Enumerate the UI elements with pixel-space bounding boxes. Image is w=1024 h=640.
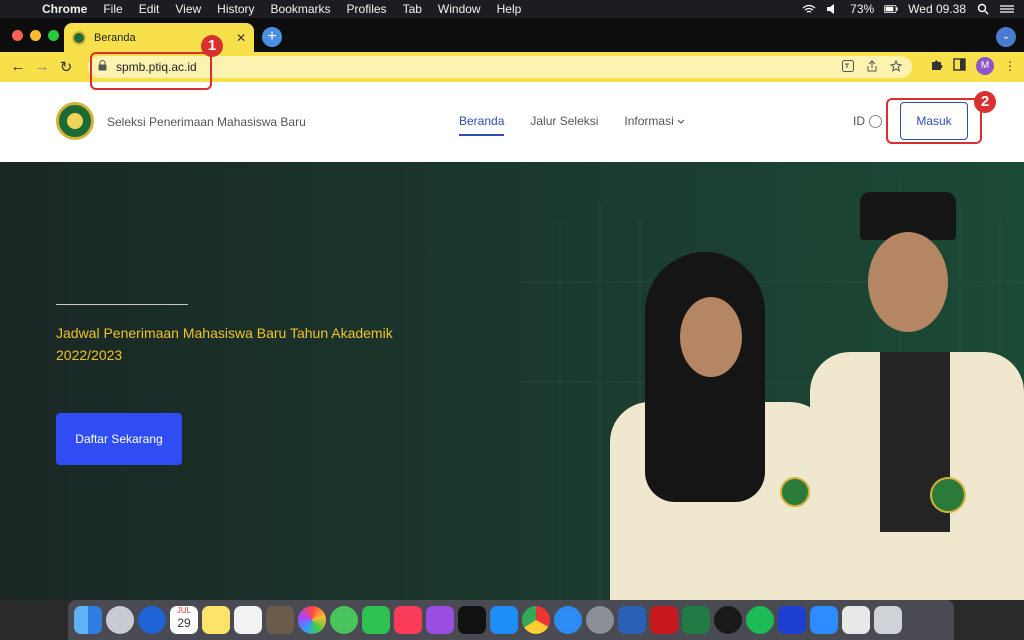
control-center-icon[interactable] xyxy=(1000,4,1014,14)
back-button[interactable]: ← xyxy=(6,58,30,76)
calendar-month: JUL xyxy=(176,606,192,615)
new-tab-button[interactable]: + xyxy=(262,27,282,47)
wifi-icon[interactable] xyxy=(802,4,816,14)
menu-window[interactable]: Window xyxy=(430,0,489,18)
nav-beranda[interactable]: Beranda xyxy=(459,114,505,136)
window-controls xyxy=(12,30,59,41)
menu-file[interactable]: File xyxy=(95,0,130,18)
facetime-icon[interactable] xyxy=(362,606,390,634)
language-code: ID xyxy=(853,114,865,128)
volume-icon[interactable] xyxy=(826,4,840,14)
daftar-sekarang-button[interactable]: Daftar Sekarang xyxy=(56,413,182,465)
tab-title: Beranda xyxy=(94,31,136,44)
hero-banner: Jadwal Penerimaan Mahasiswa Baru Tahun A… xyxy=(0,162,1024,600)
trash-icon[interactable] xyxy=(874,606,902,634)
close-window-button[interactable] xyxy=(12,30,23,41)
macos-dock: JUL 29 xyxy=(68,600,954,640)
globe-icon xyxy=(869,114,882,128)
zoom-icon[interactable] xyxy=(810,606,838,634)
acrobat-icon[interactable] xyxy=(650,606,678,634)
forward-button[interactable]: → xyxy=(30,58,54,76)
messages-icon[interactable] xyxy=(330,606,358,634)
main-nav: Beranda Jalur Seleksi Informasi xyxy=(459,114,685,136)
calendar-day: 29 xyxy=(177,616,191,630)
launchpad-icon[interactable] xyxy=(106,606,134,634)
zoom-window-button[interactable] xyxy=(48,30,59,41)
menu-kebab-icon[interactable]: ⋮ xyxy=(1004,59,1016,73)
hero-divider xyxy=(56,304,188,305)
sidebar-icon[interactable] xyxy=(953,58,966,74)
share-icon[interactable] xyxy=(866,59,878,75)
ptiq-logo[interactable] xyxy=(56,102,94,140)
star-icon[interactable] xyxy=(889,59,903,75)
reminders-icon[interactable] xyxy=(234,606,262,634)
tab-beranda[interactable]: Beranda ✕ xyxy=(64,23,254,52)
tab-strip: Beranda ✕ + ⌄ xyxy=(0,18,1024,52)
annotation-badge-2: 2 xyxy=(974,91,996,113)
stickies-icon[interactable] xyxy=(266,606,294,634)
annotation-box-2 xyxy=(886,98,982,144)
menu-profiles[interactable]: Profiles xyxy=(339,0,395,18)
minimize-window-button[interactable] xyxy=(30,30,41,41)
battery-icon[interactable] xyxy=(884,4,898,14)
app-blue-icon[interactable] xyxy=(778,606,806,634)
menu-view[interactable]: View xyxy=(167,0,209,18)
macos-menubar: Chrome File Edit View History Bookmarks … xyxy=(0,0,1024,18)
student-photo-male xyxy=(810,192,1024,600)
app-store-icon[interactable] xyxy=(490,606,518,634)
nav-informasi-label: Informasi xyxy=(624,114,674,128)
calendar-icon[interactable]: JUL 29 xyxy=(170,606,198,634)
system-preferences-icon[interactable] xyxy=(586,606,614,634)
battery-percent[interactable]: 73% xyxy=(850,2,874,16)
navigation-buttons: ← → ↻ xyxy=(6,58,78,76)
status-area: 73% Wed 09.38 xyxy=(802,2,1024,16)
menu-tab[interactable]: Tab xyxy=(395,0,430,18)
nav-jalur-seleksi[interactable]: Jalur Seleksi xyxy=(530,114,598,128)
extensions-area: M ⋮ xyxy=(930,57,1016,75)
annotation-box-1 xyxy=(90,52,212,90)
menu-app-name[interactable]: Chrome xyxy=(38,0,95,18)
finder-icon[interactable] xyxy=(74,606,102,634)
music-icon[interactable] xyxy=(394,606,422,634)
app-menu: Chrome File Edit View History Bookmarks … xyxy=(38,0,529,18)
hero-heading: Jadwal Penerimaan Mahasiswa Baru Tahun A… xyxy=(56,325,393,363)
menu-history[interactable]: History xyxy=(209,0,262,18)
chevron-down-icon xyxy=(677,114,685,128)
safari-icon[interactable] xyxy=(554,606,582,634)
annotation-badge-1: 1 xyxy=(201,35,223,57)
excel-icon[interactable] xyxy=(682,606,710,634)
spotify-icon[interactable] xyxy=(746,606,774,634)
clock[interactable]: Wed 09.38 xyxy=(908,2,966,16)
preview-icon[interactable] xyxy=(842,606,870,634)
student-photo-female xyxy=(600,252,830,600)
puzzle-icon[interactable] xyxy=(930,58,943,74)
tab-search-button[interactable]: ⌄ xyxy=(996,27,1016,47)
language-switcher[interactable]: ID xyxy=(853,114,882,128)
site-header: Seleksi Penerimaan Mahasiswa Baru Berand… xyxy=(0,82,1024,162)
menu-help[interactable]: Help xyxy=(489,0,530,18)
apple-tv-icon[interactable] xyxy=(458,606,486,634)
reload-button[interactable]: ↻ xyxy=(54,58,78,76)
inkscape-icon[interactable] xyxy=(714,606,742,634)
tab-close-icon[interactable]: ✕ xyxy=(236,31,246,45)
menu-edit[interactable]: Edit xyxy=(131,0,168,18)
site-name[interactable]: Seleksi Penerimaan Mahasiswa Baru xyxy=(107,115,306,129)
podcasts-icon[interactable] xyxy=(426,606,454,634)
safari-edge-icon[interactable] xyxy=(138,606,166,634)
chrome-icon[interactable] xyxy=(522,606,550,634)
site-favicon-icon xyxy=(72,30,86,45)
profile-avatar[interactable]: M xyxy=(976,57,994,75)
word-icon[interactable] xyxy=(618,606,646,634)
translate-icon[interactable] xyxy=(842,59,854,75)
photos-icon[interactable] xyxy=(298,606,326,634)
omnibox-actions xyxy=(842,59,912,75)
nav-informasi[interactable]: Informasi xyxy=(624,114,685,128)
menu-bookmarks[interactable]: Bookmarks xyxy=(263,0,339,18)
search-icon[interactable] xyxy=(976,3,990,15)
notes-icon[interactable] xyxy=(202,606,230,634)
